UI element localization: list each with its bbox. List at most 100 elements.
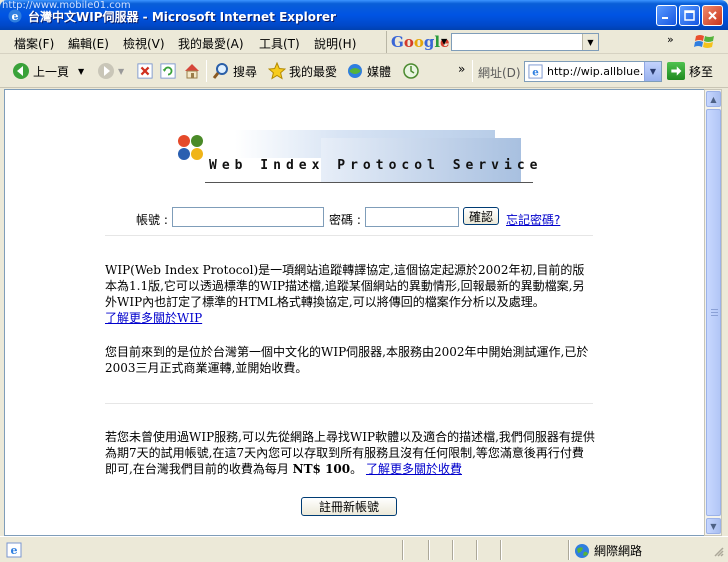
go-arrow-icon <box>667 62 685 80</box>
address-dropdown-icon[interactable]: ▼ <box>644 62 661 81</box>
forward-dropdown-icon[interactable]: ▼ <box>118 67 124 76</box>
page-icon: e <box>528 64 543 79</box>
google-toolbar: Google ▼ ▼ <box>386 31 599 53</box>
thumb-grip <box>711 315 718 316</box>
maximize-icon <box>684 10 695 21</box>
search-label: 搜尋 <box>233 64 258 79</box>
globe-icon <box>575 543 589 558</box>
media-icon <box>346 62 364 80</box>
account-label: 帳號 : <box>136 213 168 227</box>
svg-text:e: e <box>12 10 19 23</box>
address-label: 網址(D) <box>478 66 521 80</box>
google-search-dropdown-icon[interactable]: ▼ <box>582 34 598 50</box>
search-button[interactable]: 搜尋 <box>212 60 257 82</box>
stop-button[interactable] <box>136 60 154 82</box>
menu-bar: 檔案(F) 編輯(E) 檢視(V) 我的最愛(A) 工具(T) 說明(H) Go… <box>0 30 728 54</box>
status-separator <box>428 540 430 560</box>
thumb-grip <box>711 312 718 313</box>
windows-logo-icon <box>694 35 714 48</box>
forgot-password-link[interactable]: 忘記密碼? <box>506 211 560 228</box>
menu-chevrons-icon[interactable]: » <box>667 33 674 46</box>
toolbar-separator <box>472 60 473 82</box>
thumb-grip <box>711 309 718 310</box>
about-wip-link[interactable]: 了解更多關於WIP <box>105 311 202 325</box>
toolbar-chevrons-icon[interactable]: » <box>458 58 465 80</box>
wip-logo: Web Index Protocol Service <box>173 130 538 186</box>
history-icon <box>402 62 420 80</box>
password-input[interactable] <box>365 207 459 227</box>
media-label: 媒體 <box>367 64 392 79</box>
price-text: NT$ 100 <box>292 462 351 476</box>
refresh-icon <box>159 62 177 80</box>
trial-paragraph: 若您未曾使用過WIP服務,可以先從網路上尋找WIP軟體以及適合的描述檔,我們伺服… <box>105 429 595 477</box>
home-icon <box>183 62 201 80</box>
menu-favorites[interactable]: 我的最愛(A) <box>178 35 244 52</box>
stop-icon <box>136 62 154 80</box>
menu-edit[interactable]: 編輯(E) <box>68 35 109 52</box>
google-menu-arrow-icon[interactable]: ▼ <box>441 37 447 46</box>
trial-end-text: 。 <box>350 462 363 476</box>
logo-text: Web Index Protocol Service <box>209 158 543 173</box>
window-title: 台灣中文WIP伺服器 - Microsoft Internet Explorer <box>28 10 336 24</box>
colored-dots-icon <box>178 135 203 160</box>
status-separator <box>402 540 404 560</box>
svg-text:e: e <box>11 544 18 557</box>
home-button[interactable] <box>183 60 201 82</box>
zone-label: 網際網路 <box>594 544 643 558</box>
status-separator <box>452 540 454 560</box>
favorites-label: 我的最愛 <box>289 64 338 79</box>
toolbar-separator <box>206 60 207 82</box>
search-icon <box>212 62 230 80</box>
favorites-button[interactable]: 我的最愛 <box>268 60 337 82</box>
minimize-icon <box>662 17 668 19</box>
account-input[interactable] <box>172 207 324 227</box>
menu-help[interactable]: 說明(H) <box>314 35 356 52</box>
address-bar[interactable]: e http://wip.allblue.cc ▼ <box>524 61 662 82</box>
password-label: 密碼 : <box>329 213 361 227</box>
close-button[interactable] <box>702 5 723 26</box>
page-viewport: Web Index Protocol Service 帳號 : 密碼 : 確認 … <box>4 89 704 536</box>
divider <box>105 403 593 404</box>
close-icon <box>708 11 717 20</box>
register-button[interactable]: 註冊新帳號 <box>301 497 397 516</box>
scroll-thumb[interactable] <box>706 109 721 516</box>
menu-view[interactable]: 檢視(V) <box>123 35 165 52</box>
back-dropdown-icon[interactable]: ▼ <box>78 67 84 76</box>
divider <box>105 235 593 236</box>
go-label: 移至 <box>689 64 714 79</box>
star-icon <box>268 62 286 80</box>
back-button[interactable]: 上一頁 ▼ <box>12 60 84 82</box>
menu-file[interactable]: 檔案(F) <box>14 35 54 52</box>
scroll-up-icon[interactable]: ▲ <box>706 91 721 107</box>
status-separator <box>568 540 570 560</box>
security-zone: 網際網路 <box>574 542 642 559</box>
maximize-button[interactable] <box>679 5 700 26</box>
title-bar[interactable]: http://www.mobile01.com e 台灣中文WIP伺服器 - M… <box>0 0 728 30</box>
menu-tools[interactable]: 工具(T) <box>259 35 300 52</box>
go-button[interactable]: 移至 <box>667 62 713 80</box>
service-text: 您目前來到的是位於台灣第一個中文化的WIP伺服器,本服務由2002年中開始測試運… <box>105 345 589 375</box>
refresh-button[interactable] <box>159 60 177 82</box>
media-button[interactable]: 媒體 <box>346 60 391 82</box>
status-separator <box>476 540 478 560</box>
confirm-button[interactable]: 確認 <box>463 207 499 225</box>
forward-arrow-icon <box>97 62 115 80</box>
minimize-button[interactable] <box>656 5 677 26</box>
ie-icon: e <box>8 9 22 23</box>
scroll-down-icon[interactable]: ▼ <box>706 518 721 534</box>
intro-paragraph: WIP(Web Index Protocol)是一項網站追蹤轉譯協定,這個協定起… <box>105 262 595 326</box>
logo-underline <box>205 182 533 183</box>
forward-button[interactable]: ▼ <box>97 60 124 82</box>
status-separator <box>500 540 502 560</box>
back-label: 上一頁 <box>33 64 70 79</box>
back-arrow-icon <box>12 62 30 80</box>
page-loaded-icon: e <box>6 542 22 558</box>
standard-toolbar: 上一頁 ▼ ▼ 搜尋 我的最愛 媒體 » 網址(D) e http://wip.… <box>0 55 728 88</box>
status-bar: e 網際網路 <box>0 536 728 562</box>
fee-info-link[interactable]: 了解更多關於收費 <box>366 462 462 476</box>
history-button[interactable] <box>402 60 420 82</box>
svg-text:e: e <box>532 66 539 78</box>
resize-grip-icon[interactable] <box>712 545 724 557</box>
vertical-scrollbar[interactable]: ▲ ▼ <box>704 89 722 536</box>
google-search-input[interactable]: ▼ <box>451 33 599 51</box>
